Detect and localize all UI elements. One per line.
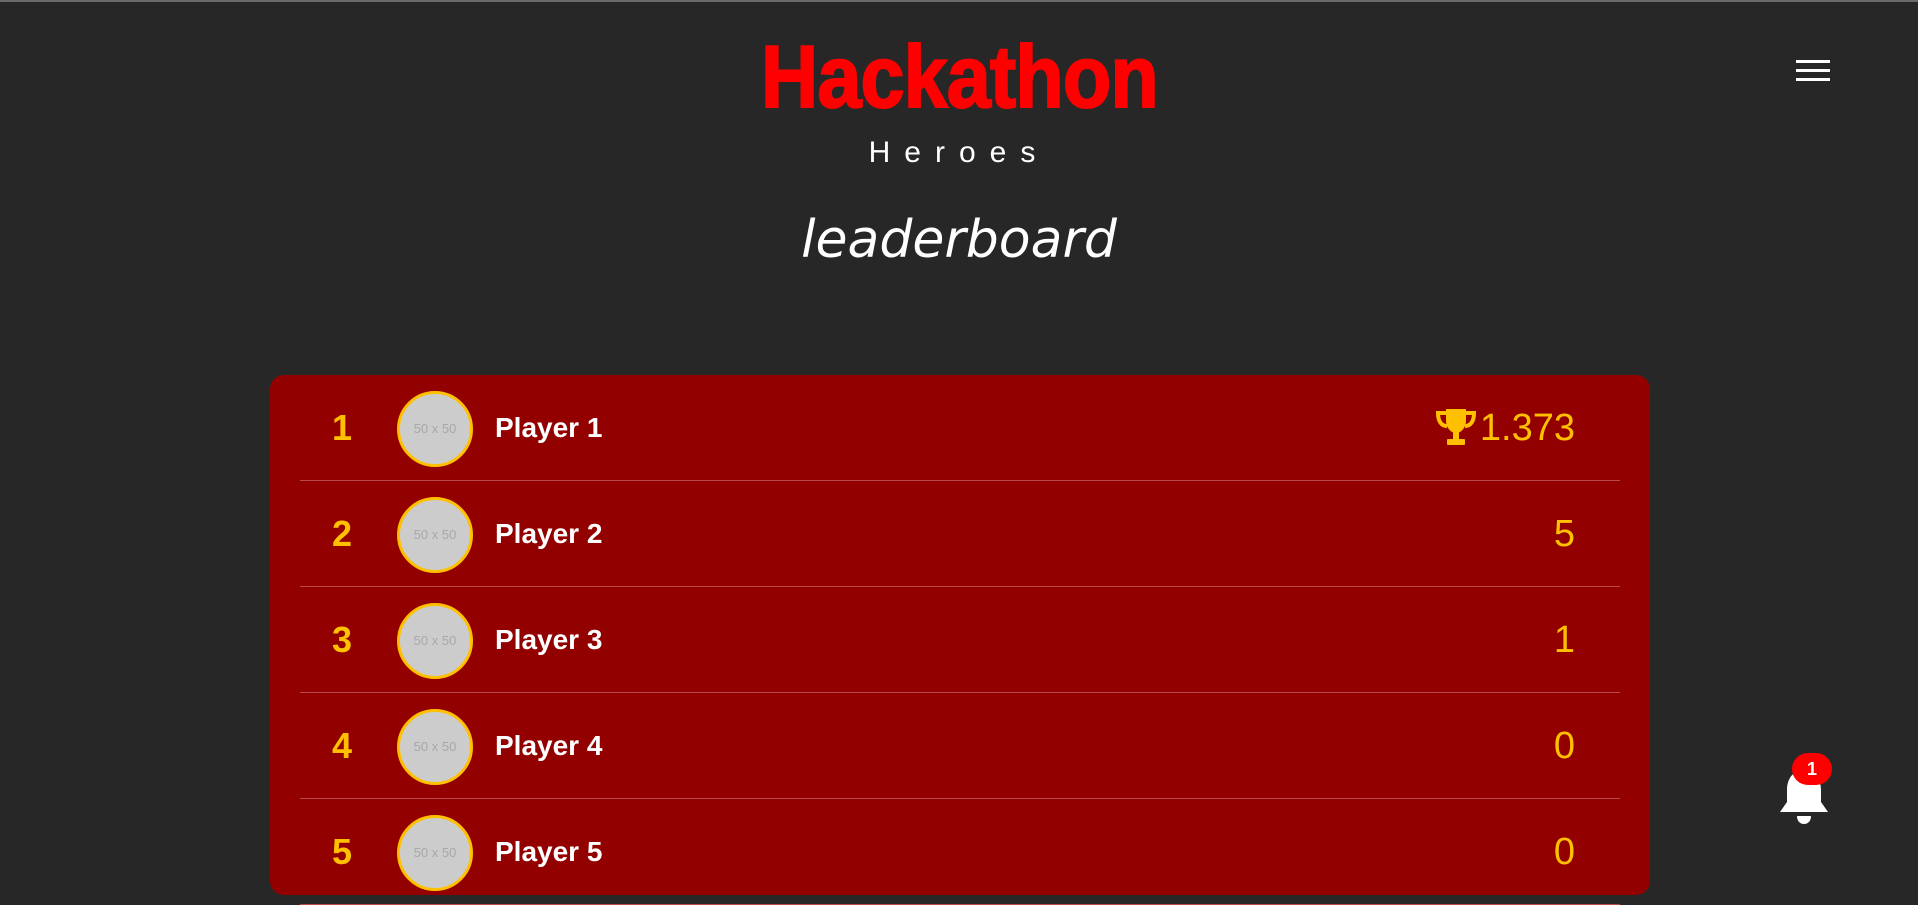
score-value: 5 (1553, 513, 1575, 555)
score-value: 1.373 (1479, 407, 1575, 449)
score-value: 1 (1553, 619, 1575, 661)
rank: 2 (331, 513, 353, 554)
score: 1.373 (1434, 375, 1575, 481)
avatar: 50 x 50 (397, 391, 473, 467)
leaderboard-row[interactable]: 3 50 x 50 Player 3 1 (300, 587, 1620, 693)
player-name: Player 4 (495, 730, 603, 761)
rank: 3 (331, 619, 353, 660)
logo-subtitle: Heroes (868, 136, 1050, 169)
player-name: Player 3 (495, 624, 603, 655)
player-name: Player 2 (495, 518, 603, 549)
avatar: 50 x 50 (397, 815, 473, 891)
leaderboard-row[interactable]: 5 50 x 50 Player 5 0 (300, 799, 1620, 905)
rank: 5 (331, 831, 353, 872)
rank: 4 (331, 725, 353, 766)
score-value: 0 (1553, 725, 1575, 767)
leaderboard-row[interactable]: 2 50 x 50 Player 2 5 (300, 481, 1620, 587)
avatar: 50 x 50 (397, 497, 473, 573)
leaderboard-row[interactable]: 4 50 x 50 Player 4 0 (300, 693, 1620, 799)
player-name: Player 5 (495, 836, 603, 867)
leaderboard-panel: 1 50 x 50 Player 1 1.373 2 50 x 50 Playe… (270, 375, 1650, 905)
trophy-icon (1435, 408, 1476, 445)
leaderboard-row[interactable]: 1 50 x 50 Player 1 1.373 (300, 375, 1620, 481)
hamburger-menu-icon[interactable] (1796, 60, 1830, 82)
logo[interactable]: Hackathon (0, 27, 1918, 126)
rank: 1 (331, 407, 353, 448)
player-name: Player 1 (495, 412, 603, 443)
page-title: leaderboard (801, 210, 1117, 270)
top-border (0, 0, 1918, 2)
score-value: 0 (1553, 831, 1575, 873)
logo-title: Hackathon (760, 27, 1160, 126)
notification-badge: 1 (1792, 753, 1832, 785)
avatar: 50 x 50 (397, 603, 473, 679)
avatar: 50 x 50 (397, 709, 473, 785)
